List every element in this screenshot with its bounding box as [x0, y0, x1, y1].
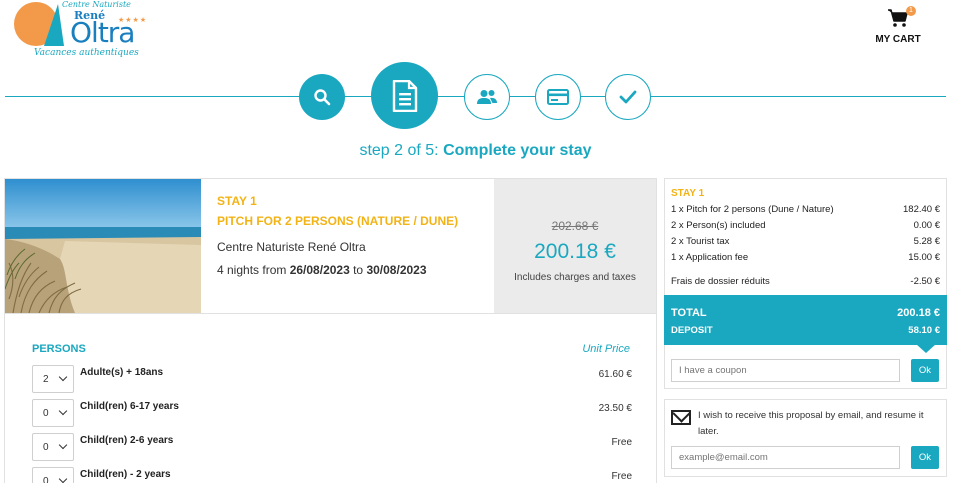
cart-count-badge: 1: [906, 6, 916, 16]
chevron-down-icon: [58, 372, 68, 382]
step-search[interactable]: [299, 74, 345, 120]
person-row: 0 Child(ren) 6-17 years 23.50 €: [32, 399, 632, 427]
cart-button[interactable]: 1 MY CART: [868, 6, 928, 45]
stay-dates: 4 nights from 26/08/2023 to 30/08/2023: [217, 263, 487, 277]
stay-camp-name: Centre Naturiste René Oltra: [217, 240, 366, 254]
stay-to-text: to: [349, 263, 367, 277]
person-label: Adulte(s) + 18ans: [80, 367, 164, 378]
summary-line: 1 x Application fee 15.00 €: [671, 252, 940, 263]
step-title-prefix: step 2 of 5:: [359, 142, 444, 159]
credit-card-icon: [547, 89, 569, 105]
stay-date-to: 30/08/2023: [366, 263, 427, 277]
persons-heading: PERSONS: [32, 343, 86, 355]
coupon-input[interactable]: [671, 359, 900, 382]
quantity-select-adults[interactable]: 2: [32, 365, 74, 393]
summary-line-amount: -2.50 €: [910, 276, 940, 287]
person-label: Child(ren) 6-17 years: [80, 401, 179, 412]
person-unit-price: 61.60 €: [598, 369, 632, 380]
site-logo[interactable]: Centre Naturiste René ★★★★ Oltra Vacance…: [14, 0, 154, 60]
quantity-value: 0: [43, 476, 49, 483]
stay-label: STAY 1: [217, 194, 257, 208]
quantity-select-children-2-6[interactable]: 0: [32, 433, 74, 461]
person-unit-price: 23.50 €: [598, 403, 632, 414]
logo-sail-shape: [44, 4, 64, 46]
logo-tagline: Vacances authentiques: [34, 48, 139, 58]
stay-photo: [5, 179, 201, 313]
logo-name-big: Oltra: [70, 16, 135, 49]
shopping-cart-icon: 1: [887, 6, 916, 28]
stay-card: STAY 1 PITCH FOR 2 PERSONS (NATURE / DUN…: [4, 178, 657, 314]
email-proposal-text: I wish to receive this proposal by email…: [698, 410, 924, 437]
step-confirmation[interactable]: [605, 74, 651, 120]
order-summary: STAY 1 1 x Pitch for 2 persons (Dune / N…: [664, 178, 947, 389]
logo-top-text: Centre Naturiste: [62, 0, 131, 9]
stay-pitch-title: PITCH FOR 2 PERSONS (NATURE / DUNE): [217, 214, 459, 228]
person-row: 0 Child(ren) - 2 years Free: [32, 467, 632, 483]
cart-label: MY CART: [875, 34, 921, 45]
step-title: step 2 of 5: Complete your stay: [0, 142, 951, 160]
quantity-select-children-under-2[interactable]: 0: [32, 467, 74, 483]
persons-section: PERSONS Unit Price 2 Adulte(s) + 18ans 6…: [4, 313, 657, 483]
quantity-value: 0: [43, 442, 49, 453]
quantity-select-children-6-17[interactable]: 0: [32, 399, 74, 427]
step-persons[interactable]: [464, 74, 510, 120]
summary-line-label: 2 x Person(s) included: [671, 220, 766, 231]
total-band: TOTAL 200.18 € DEPOSIT 58.10 €: [664, 295, 947, 345]
new-price: 200.18 €: [534, 240, 616, 263]
envelope-icon: [671, 410, 691, 425]
summary-line-label: 2 x Tourist tax: [671, 236, 730, 247]
summary-line-amount: 182.40 €: [903, 204, 940, 215]
summary-line-amount: 15.00 €: [908, 252, 940, 263]
stay-info: STAY 1 PITCH FOR 2 PERSONS (NATURE / DUN…: [217, 194, 487, 277]
total-label: TOTAL: [671, 307, 707, 319]
summary-line-label: Frais de dossier réduits: [671, 276, 770, 287]
users-icon: [477, 90, 497, 104]
person-unit-price: Free: [611, 437, 632, 448]
summary-line: 1 x Pitch for 2 persons (Dune / Nature) 1…: [671, 204, 940, 215]
summary-line-amount: 0.00 €: [913, 220, 940, 231]
document-icon: [392, 79, 417, 112]
check-icon: [619, 90, 637, 104]
person-unit-price: Free: [611, 471, 632, 482]
step-complete-stay[interactable]: [371, 62, 438, 129]
chevron-down-icon: [58, 474, 68, 483]
email-proposal-box: I wish to receive this proposal by email…: [664, 399, 947, 477]
quantity-value: 0: [43, 408, 49, 419]
price-note: Includes charges and taxes: [514, 272, 636, 283]
chevron-down-icon: [58, 406, 68, 416]
stay-date-from: 26/08/2023: [289, 263, 350, 277]
unit-price-heading: Unit Price: [582, 343, 630, 355]
old-price: 202.68 €: [551, 219, 599, 233]
price-box: 202.68 € 200.18 € Includes charges and t…: [494, 179, 656, 313]
deposit-label: DEPOSIT: [671, 325, 713, 336]
person-row: 0 Child(ren) 2-6 years Free: [32, 433, 632, 461]
summary-line-label: 1 x Pitch for 2 persons (Dune / Nature): [671, 204, 834, 215]
stay-nights-text: 4 nights from: [217, 263, 290, 277]
search-icon: [314, 89, 331, 106]
summary-line: Frais de dossier réduits -2.50 €: [671, 276, 940, 287]
summary-line: 2 x Person(s) included 0.00 €: [671, 220, 940, 231]
step-payment[interactable]: [535, 74, 581, 120]
summary-line-label: 1 x Application fee: [671, 252, 749, 263]
total-band-pointer: [916, 344, 936, 353]
chevron-down-icon: [58, 440, 68, 450]
step-title-main: Complete your stay: [443, 142, 592, 159]
email-ok-button[interactable]: Ok: [911, 446, 939, 469]
deposit-amount: 58.10 €: [908, 325, 940, 336]
quantity-value: 2: [43, 374, 49, 385]
summary-stay-label: STAY 1: [671, 188, 705, 199]
person-label: Child(ren) - 2 years: [80, 469, 171, 480]
total-amount: 200.18 €: [897, 307, 940, 319]
email-field[interactable]: [671, 446, 900, 469]
summary-line-amount: 5.28 €: [913, 236, 940, 247]
person-row: 2 Adulte(s) + 18ans 61.60 €: [32, 365, 632, 393]
summary-line: 2 x Tourist tax 5.28 €: [671, 236, 940, 247]
person-label: Child(ren) 2-6 years: [80, 435, 174, 446]
coupon-ok-button[interactable]: Ok: [911, 359, 939, 382]
